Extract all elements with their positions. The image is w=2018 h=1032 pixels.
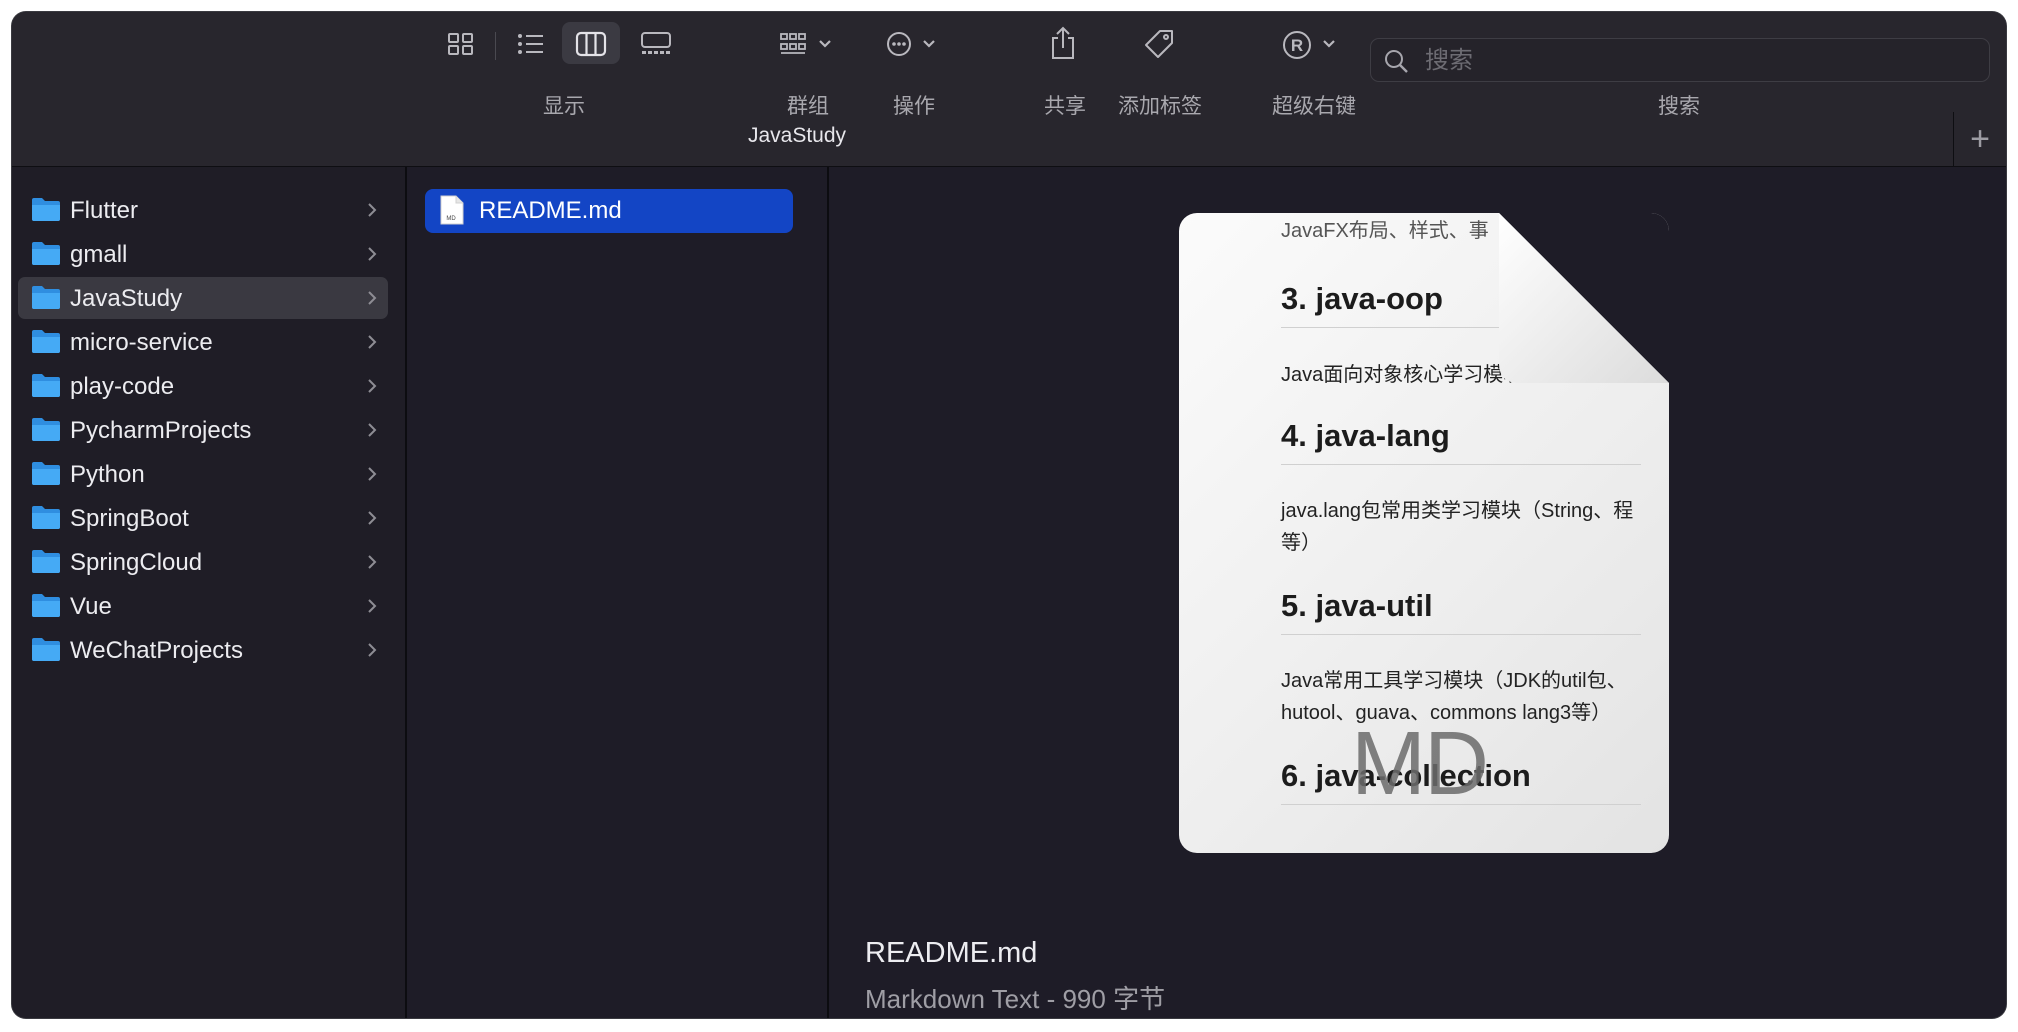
action-button[interactable]: [878, 22, 948, 64]
folder-icon: [32, 462, 60, 485]
toolbar: 显示 群组 操作 共享 添加标签 R 超级右键 搜索 搜索 JavaStudy …: [12, 12, 2006, 167]
folder-row[interactable]: PycharmProjects: [18, 409, 388, 451]
tag-icon: [1145, 30, 1173, 58]
chevron-right-icon: [368, 599, 377, 613]
folder-icon: [32, 506, 60, 529]
document-thumbnail: JavaFX布局、样式、事 3. java-oop Java面向对象核心学习模块…: [1179, 213, 1669, 853]
chevron-right-icon: [368, 379, 377, 393]
gallery-icon: [641, 32, 671, 54]
more-icon: [887, 32, 935, 56]
finder-window: 显示 群组 操作 共享 添加标签 R 超级右键 搜索 搜索 JavaStudy …: [12, 12, 2006, 1018]
share-icon: [1052, 26, 1074, 59]
folder-name: Flutter: [70, 197, 139, 224]
columns-icon: [575, 31, 607, 57]
folder-row[interactable]: JavaStudy: [18, 277, 388, 319]
tag-label: 添加标签: [1118, 95, 1202, 118]
svg-text:MD: MD: [446, 216, 456, 222]
list-view-button[interactable]: [502, 22, 560, 64]
view-label: 显示: [543, 95, 585, 118]
folder-row[interactable]: SpringBoot: [18, 497, 388, 539]
folder-icon: [32, 374, 60, 397]
folder-icon: [32, 330, 60, 353]
folder-name: gmall: [70, 241, 128, 268]
column-view-button[interactable]: [562, 22, 620, 64]
folder-name: micro-service: [70, 329, 213, 356]
file-name: README.md: [479, 197, 622, 224]
folder-name: Python: [70, 461, 145, 488]
folder-name: Vue: [70, 593, 112, 620]
folder-icon: [32, 286, 60, 309]
doc-heading: 5. java-util: [1281, 588, 1641, 635]
folder-row[interactable]: Python: [18, 453, 388, 495]
chevron-right-icon: [368, 511, 377, 525]
file-type-mark: MD: [1351, 714, 1489, 814]
folder-row[interactable]: Vue: [18, 585, 388, 627]
folder-name: PycharmProjects: [70, 417, 252, 444]
folder-icon: [32, 638, 60, 661]
folder-row[interactable]: SpringCloud: [18, 541, 388, 583]
chevron-right-icon: [368, 643, 377, 657]
new-tab-button[interactable]: +: [1953, 112, 2006, 166]
chevron-right-icon: [368, 423, 377, 437]
folder-row[interactable]: micro-service: [18, 321, 388, 363]
markdown-file-icon: MD: [440, 195, 464, 225]
search-field[interactable]: [1370, 38, 1990, 83]
svg-text:R: R: [1291, 36, 1303, 55]
file-row-readme[interactable]: MD README.md: [425, 189, 793, 233]
folder-row[interactable]: Flutter: [18, 189, 388, 231]
chevron-right-icon: [368, 555, 377, 569]
chevron-right-icon: [368, 291, 377, 305]
folder-icon: [32, 198, 60, 221]
action-label: 操作: [893, 95, 935, 118]
folder-column: Flutter gmall JavaStudy micro-service play-c…: [12, 167, 407, 1018]
folder-name: SpringCloud: [70, 549, 203, 576]
folder-icon: [32, 550, 60, 573]
chevron-right-icon: [368, 467, 377, 481]
folder-row[interactable]: gmall: [18, 233, 388, 275]
folder-name: play-code: [70, 373, 175, 400]
chevron-right-icon: [368, 203, 377, 217]
tag-button[interactable]: [1131, 22, 1187, 64]
page-fold: [1499, 213, 1669, 383]
folder-icon: [32, 418, 60, 441]
share-button[interactable]: [1035, 22, 1091, 64]
title-bar: JavaStudy: [12, 124, 1953, 166]
chevron-right-icon: [368, 247, 377, 261]
registered-icon: R: [1283, 31, 1335, 59]
search-label: 搜索: [1658, 95, 1700, 118]
icon-view-button[interactable]: [432, 22, 490, 64]
folder-name: SpringBoot: [70, 505, 189, 532]
chevron-right-icon: [368, 335, 377, 349]
window-title: JavaStudy: [747, 124, 847, 147]
doc-heading: 4. java-lang: [1281, 418, 1641, 465]
preview-file-name: README.md: [865, 937, 1038, 969]
chevron-down-icon: [819, 40, 831, 48]
list-icon: [518, 34, 543, 54]
super-right-click-label: 超级右键: [1272, 95, 1356, 118]
doc-paragraph: java.lang包常用类学习模块（String、程等）: [1281, 500, 1634, 554]
preview-file-info: Markdown Text - 990 字节: [865, 984, 1166, 1014]
search-icon: [1385, 50, 1408, 73]
group-button[interactable]: [772, 22, 842, 64]
file-column: MD README.md: [407, 167, 829, 1018]
folder-row[interactable]: WeChatProjects: [18, 629, 388, 671]
share-label: 共享: [1044, 95, 1086, 118]
toolbar-divider: [495, 32, 496, 60]
folder-row[interactable]: play-code: [18, 365, 388, 407]
super-right-click-button[interactable]: R: [1278, 22, 1350, 64]
plus-icon: +: [1970, 120, 1990, 158]
preview-pane: JavaFX布局、样式、事 3. java-oop Java面向对象核心学习模块…: [829, 167, 2006, 1018]
gallery-view-button[interactable]: [627, 22, 685, 64]
group-icon: [780, 33, 831, 54]
search-input[interactable]: [1423, 39, 1977, 83]
grid-icon: [448, 33, 473, 55]
folder-icon: [32, 242, 60, 265]
group-label: 群组: [787, 95, 829, 118]
folder-name: WeChatProjects: [70, 637, 243, 664]
folder-icon: [32, 594, 60, 617]
folder-name: JavaStudy: [70, 285, 183, 312]
